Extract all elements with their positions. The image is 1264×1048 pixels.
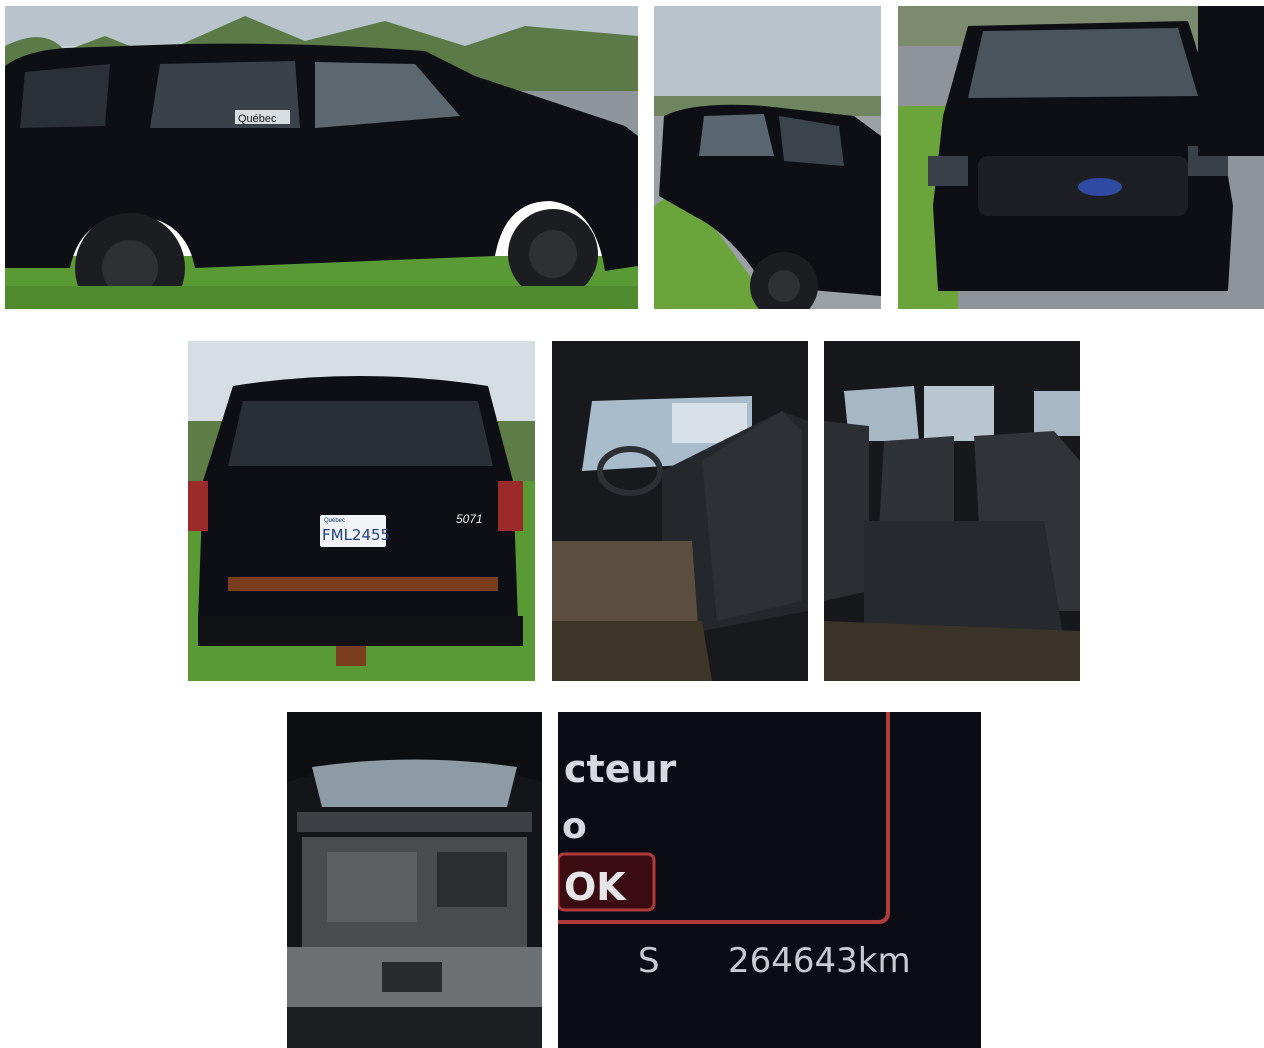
photo-engine-bay[interactable] [287,712,542,1048]
menu-letter-o: o [562,806,587,847]
photo-odometer[interactable]: cteur o OK S 264643km [558,712,981,1048]
photo-front-interior[interactable] [552,341,808,681]
photo-side-view[interactable]: Québec [5,6,638,309]
photo-rear-view[interactable]: Québec FML2455 5071 [188,341,535,681]
plate-header: Québec [324,518,345,524]
photo-rear-quarter[interactable] [654,6,881,309]
photo-front-view[interactable] [898,6,1264,309]
ok-label: OK [564,865,627,909]
plate-number: FML2455 [322,526,390,544]
menu-word-partial: cteur [564,747,677,791]
odometer-reading: 264643km [728,941,911,981]
odometer-s-label: S [638,941,660,981]
photo-rear-seats[interactable] [824,341,1080,681]
unit-number: 5071 [456,512,483,526]
door-decal-text: Québec [238,113,277,125]
